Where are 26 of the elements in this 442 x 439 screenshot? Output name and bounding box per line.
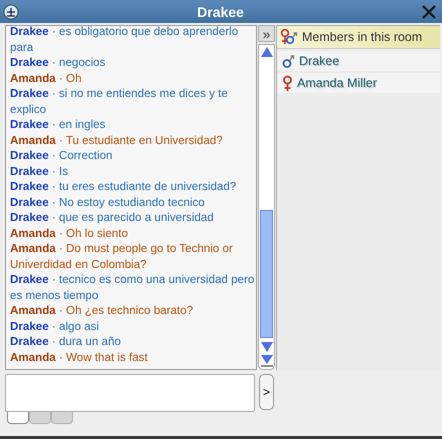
chat-message: Drakee · Is	[10, 164, 70, 179]
send-button[interactable]: >	[259, 374, 274, 410]
chat-message: Drakee · si no me entiendes me dices y te explico	[10, 86, 229, 117]
chat-message: Drakee · negocios	[10, 55, 106, 70]
members-title: Members in this room	[302, 30, 422, 44]
member-item[interactable]: Drakee	[277, 51, 440, 71]
chat-message: Drakee · No estoy estudiando tecnico	[10, 194, 206, 210]
chat-message: Drakee · tu eres estudiante de universidad?	[10, 179, 238, 194]
chat-message: Drakee · dura un año	[10, 334, 122, 350]
chat-message: Drakee · algo asi	[10, 318, 100, 334]
chat-message: Amanda · Oh	[10, 70, 83, 86]
chat-message: Drakee · tecnico es como una universidad pero es menos tiempo	[10, 272, 256, 303]
collapse-button[interactable]: »	[258, 25, 275, 42]
chat-message: Drakee · en ingles	[10, 117, 106, 132]
chat-message: Amanda · Wow that is fast	[10, 350, 149, 365]
chat-message: Drakee · que es parecido a universidad	[10, 210, 215, 226]
member-item[interactable]: Amanda Miller	[277, 73, 440, 93]
chat-message: Amanda · Do must people go to Technio or Univerdidad en Colombia?	[10, 241, 234, 272]
chat-message: Amanda · Oh lo siento	[10, 226, 129, 241]
chat-message: Amanda · Tu estudiante en Universidad?	[10, 132, 224, 148]
chat-message: Amanda · Oh ¿es technico barato?	[10, 303, 194, 318]
member-name: Drakee	[299, 54, 340, 68]
chat-message: Drakee · Correction	[10, 148, 114, 164]
chat-message: Drakee · es obligatorio que debo aprenderlo para	[10, 26, 240, 55]
member-name: Amanda Miller	[297, 76, 377, 90]
window-title: Drakee	[197, 4, 244, 20]
